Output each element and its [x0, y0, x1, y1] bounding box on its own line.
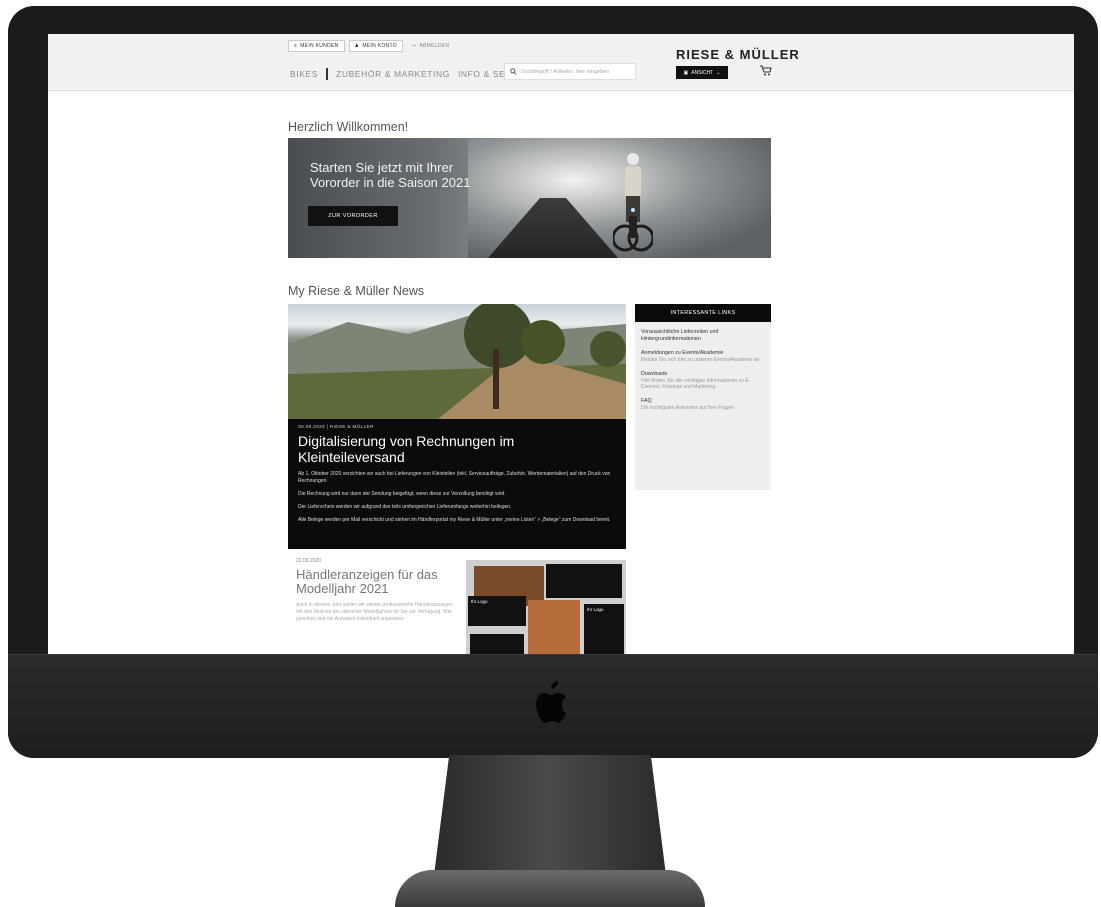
links-sidebar: INTERESSANTE LINKS Voraussichtliche Lief… [635, 304, 771, 490]
news-paragraph: Alle Belege werden per Mail verschickt u… [298, 517, 611, 523]
news-meta: 30.09.2020 | RIESE & MÜLLER [298, 425, 374, 430]
welcome-heading: Herzlich Willkommen! [288, 120, 409, 134]
link-faq[interactable]: FAQ Die wichtigsten Antworten auf Ihre F… [641, 398, 765, 412]
news-paragraph: Die Rechnung wird nur dann der Sendung b… [298, 491, 506, 497]
search-input[interactable]: Suchbegriff / Artikelnr. hier eingeben [504, 63, 636, 80]
preorder-button[interactable]: ZUR VORORDER [308, 206, 398, 226]
link-events[interactable]: Anmeldungen zu Events/Akademie Melden Si… [641, 350, 765, 364]
ad-thumbnail: Ihr Logo [468, 596, 526, 626]
card-text: Auch in diesem Jahr stellen wir wieder p… [296, 602, 453, 622]
ad-thumbnail [470, 634, 524, 654]
top-link-account[interactable]: ♟ MEIN KONTO [348, 40, 403, 52]
ad-thumbnail: Ihr Logo [584, 604, 624, 654]
nav-accessories[interactable]: ZUBEHÖR & MARKETING [336, 69, 450, 79]
dealer-ads-image: Ihr Logo Ihr Logo [466, 560, 626, 654]
nav-bikes[interactable]: BIKES [290, 69, 318, 79]
card-date: 22.09.2020 [296, 558, 322, 564]
links-heading: INTERESSANTE LINKS [635, 304, 771, 322]
logout-icon: ↪ [411, 43, 417, 49]
news-section-title: My Riese & Müller News [288, 284, 425, 298]
search-placeholder: Suchbegriff / Artikelnr. hier eingeben [521, 68, 610, 75]
apple-logo-icon [536, 681, 566, 723]
hero-headline: Starten Sie jetzt mit Ihrer Vororder in … [310, 160, 471, 190]
news-headline[interactable]: Digitalisierung von Rechnungen im Kleint… [298, 433, 618, 465]
dealer-ads-card[interactable]: 22.09.2020 Händleranzeigen für das Model… [288, 556, 626, 654]
card-title[interactable]: Händleranzeigen für das Modelljahr 2021 [296, 568, 456, 596]
link-downloads[interactable]: Downloads Hier finden Sie alle wichtigen… [641, 371, 765, 391]
site-header: ≡ MEIN KUNDEN ♟ MEIN KONTO ↪ ABMELDEN RIESE… [48, 34, 1074, 91]
link-delivery-times[interactable]: Voraussichtliche Lieferzeiten und Hinter… [641, 329, 765, 343]
nav-divider [326, 68, 329, 80]
news-body: 30.09.2020 | RIESE & MÜLLER Digitalisier… [298, 425, 618, 524]
view-icon: ▣ [683, 69, 689, 76]
ad-thumbnail [546, 564, 622, 598]
user-icon: ♟ [354, 43, 360, 49]
list-icon: ≡ [294, 43, 298, 49]
top-link-logout[interactable]: ↪ ABMELDEN [407, 40, 454, 52]
news-paragraph: Ab 1. Oktober 2020 verzichten wir auch b… [298, 471, 611, 484]
top-links: ≡ MEIN KUNDEN ♟ MEIN KONTO ↪ ABMELDEN [288, 40, 454, 52]
top-link-customers[interactable]: ≡ MEIN KUNDEN [288, 40, 345, 52]
news-card[interactable]: 30.09.2020 | RIESE & MÜLLER Digitalisier… [288, 304, 626, 549]
news-paragraph: Der Lieferschein werden wir aufgrund des… [298, 504, 512, 510]
monitor-frame: ≡ MEIN KUNDEN ♟ MEIN KONTO ↪ ABMELDEN RIESE… [8, 6, 1098, 758]
cart-icon[interactable] [760, 65, 772, 79]
monitor-stand-base [395, 870, 705, 907]
news-landscape-image [288, 304, 626, 419]
hero-banner[interactable]: Starten Sie jetzt mit Ihrer Vororder in … [288, 138, 771, 258]
search-icon [510, 68, 517, 75]
brand-logo[interactable]: RIESE & MÜLLER [676, 47, 800, 62]
cyclist-image [613, 153, 653, 252]
ad-thumbnail [528, 600, 580, 654]
browser-screen: ≡ MEIN KUNDEN ♟ MEIN KONTO ↪ ABMELDEN RIESE… [48, 34, 1074, 654]
view-dropdown[interactable]: ▣ ANSICHT ⌄ [676, 66, 728, 79]
chevron-down-icon: ⌄ [716, 69, 721, 76]
